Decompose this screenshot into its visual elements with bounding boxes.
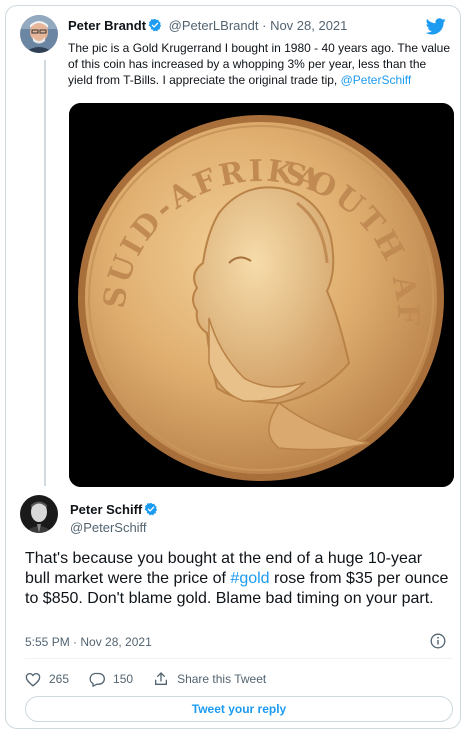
krugerrand-coin-photo[interactable]: SUID-AFRIKA SOUTH AFRICA	[69, 103, 454, 487]
gold-hashtag-link[interactable]: #gold	[230, 570, 269, 587]
reply-timestamp[interactable]: 5:55 PM · Nov 28, 2021	[25, 635, 152, 649]
reply-action[interactable]: 150	[89, 672, 133, 687]
reply-tweet-text: That's because you bought at the end of …	[25, 549, 450, 609]
tweet-actions: 265 150 Share this Tweet	[25, 670, 286, 688]
author-handle[interactable]: @PeterLBrandt	[169, 18, 259, 33]
original-tweet-header: Peter Brandt @PeterLBrandt · Nov 28, 202…	[68, 18, 347, 35]
heart-icon	[25, 672, 41, 687]
peter-brandt-avatar[interactable]	[20, 15, 58, 53]
like-action[interactable]: 265	[25, 672, 69, 687]
reply-author-row: Peter Schiff	[70, 502, 161, 519]
reply-author-name[interactable]: Peter Schiff	[70, 502, 142, 517]
like-count: 265	[49, 672, 70, 686]
original-tweet-text: The pic is a Gold Krugerrand I bought in…	[68, 40, 454, 88]
tweet-card: Peter Brandt @PeterLBrandt · Nov 28, 202…	[5, 5, 461, 729]
author-name[interactable]: Peter Brandt	[68, 18, 146, 33]
mention-link[interactable]: @PeterSchiff	[341, 73, 412, 87]
divider	[25, 658, 453, 659]
reply-author-handle[interactable]: @PeterSchiff	[70, 520, 147, 535]
verified-badge-icon	[148, 18, 162, 35]
comment-icon	[89, 672, 105, 687]
tweet-your-reply-button[interactable]: Tweet your reply	[25, 696, 453, 722]
peter-schiff-avatar[interactable]	[20, 495, 58, 533]
thread-connector-line	[44, 60, 46, 486]
info-icon[interactable]	[430, 633, 446, 654]
verified-badge-icon	[144, 502, 158, 519]
twitter-bird-icon[interactable]	[425, 18, 446, 40]
share-action[interactable]: Share this Tweet	[153, 671, 266, 687]
reply-count: 150	[113, 672, 134, 686]
share-icon	[155, 672, 168, 685]
share-label: Share this Tweet	[177, 672, 267, 686]
tweet-date[interactable]: Nov 28, 2021	[270, 18, 347, 33]
separator-dot: ·	[262, 18, 267, 33]
